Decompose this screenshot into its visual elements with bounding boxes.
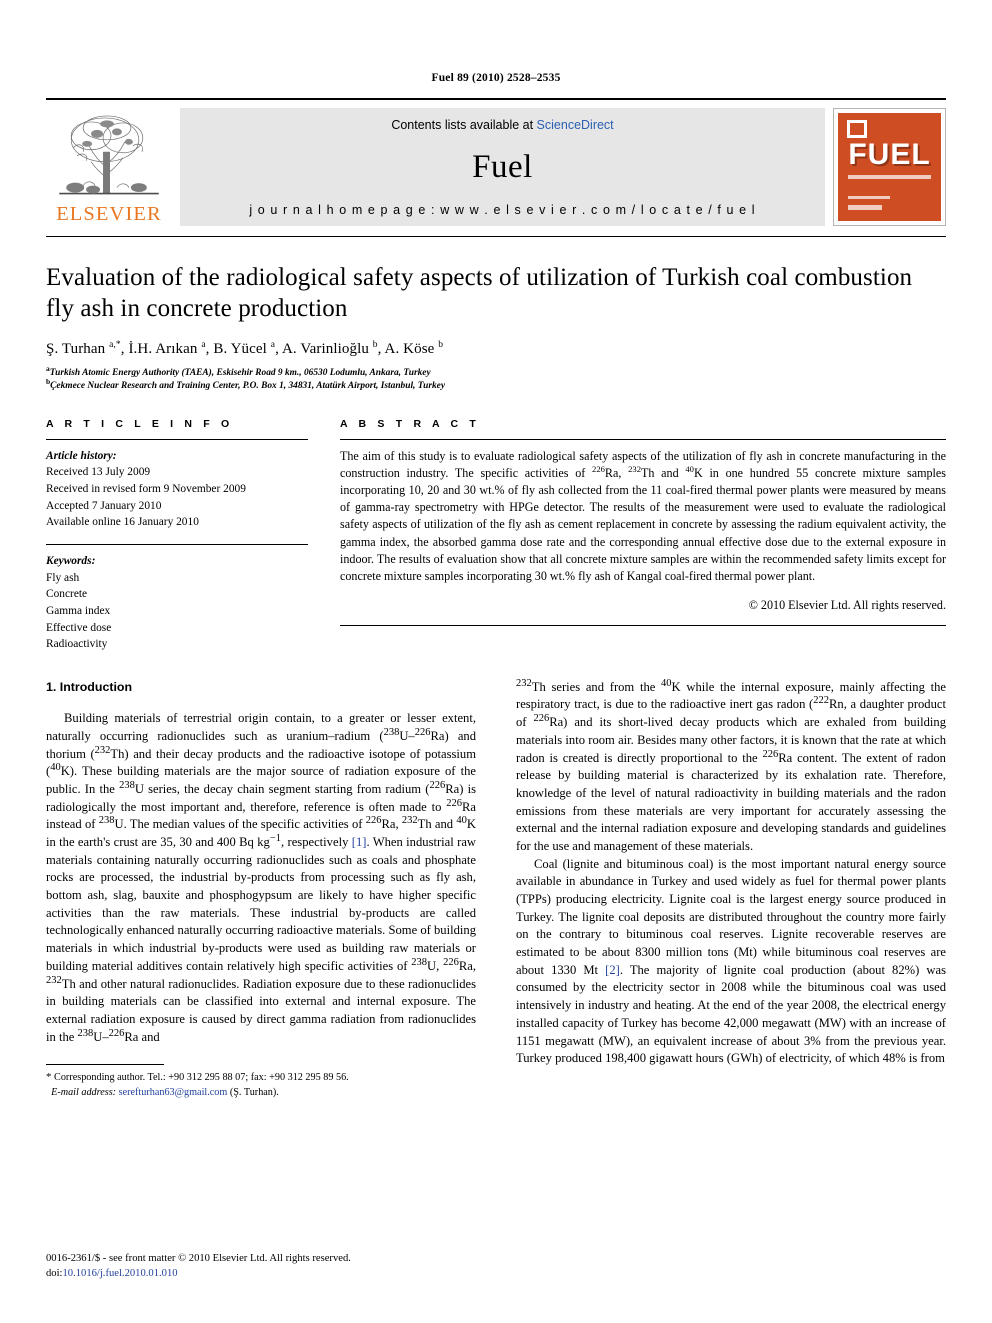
article-info-heading: A R T I C L E I N F O <box>46 417 234 430</box>
affiliation-b-text: Çekmece Nuclear Research and Training Ce… <box>50 381 445 392</box>
page-title: Evaluation of the radiological safety as… <box>46 264 913 322</box>
email-link[interactable]: serefturhan63@gmail.com <box>119 1087 228 1098</box>
article-info-column: A R T I C L E I N F O Article history: R… <box>46 418 308 653</box>
contents-prefix-text: Contents lists available at <box>391 118 537 132</box>
corresponding-author-footnote: * Corresponding author. Tel.: +90 312 29… <box>46 1064 476 1100</box>
author-list: Ş. Turhan a,*, İ.H. Arıkan a, B. Yücel a… <box>46 339 444 357</box>
cover-footer-bar-1 <box>848 196 890 199</box>
keyword-item: Concrete <box>46 588 88 601</box>
abstract-heading: A B S T R A C T <box>340 417 480 430</box>
cover-footer-bar-2 <box>848 205 882 210</box>
keywords-rule <box>46 543 308 545</box>
article-history-label: Article history: <box>46 449 117 462</box>
footnote-contact-text: Corresponding author. Tel.: +90 312 295 … <box>54 1072 349 1084</box>
history-item: Accepted 7 January 2010 <box>46 499 162 512</box>
keywords-block: Keywords: Fly ash Concrete Gamma index E… <box>46 553 308 653</box>
abstract-column: A B S T R A C T The aim of this study is… <box>308 418 946 653</box>
abstract-rule-bottom <box>340 625 946 627</box>
cover-title-text: FUEL <box>848 138 931 171</box>
journal-homepage-link[interactable]: j o u r n a l h o m e p a g e : w w w . … <box>249 203 755 217</box>
doi-link[interactable]: 10.1016/j.fuel.2010.01.010 <box>62 1268 177 1279</box>
doi-line: doi:10.1016/j.fuel.2010.01.010 <box>46 1266 351 1281</box>
journal-title: Fuel <box>472 149 533 185</box>
elsevier-tree-icon <box>59 115 159 195</box>
journal-masthead: ELSEVIER Contents lists available at Sci… <box>46 98 946 226</box>
intro-paragraph-right-2: Coal (lignite and bituminous coal) is th… <box>516 856 946 1066</box>
doi-label: doi: <box>46 1267 63 1279</box>
footnote-email-line: E-mail address: serefturhan63@gmail.com … <box>46 1086 476 1100</box>
keywords-label: Keywords: <box>46 554 96 567</box>
body-columns: 1. Introduction Building materials of te… <box>46 677 946 1101</box>
abstract-body: The aim of this study is to evaluate rad… <box>340 448 946 583</box>
affiliation-a-text: Turkish Atomic Energy Authority (TAEA), … <box>49 367 431 378</box>
keyword-item: Fly ash <box>46 571 80 584</box>
footnote-contact-line: * Corresponding author. Tel.: +90 312 29… <box>46 1070 476 1086</box>
footnote-marker: * <box>46 1071 52 1084</box>
history-item: Received in revised form 9 November 2009 <box>46 483 246 496</box>
sciencedirect-link[interactable]: ScienceDirect <box>537 118 614 132</box>
footnote-rule <box>46 1064 164 1066</box>
info-abstract-row: A R T I C L E I N F O Article history: R… <box>46 418 946 653</box>
keyword-item: Effective dose <box>46 621 112 634</box>
affiliation-a: aTurkish Atomic Energy Authority (TAEA),… <box>46 364 946 381</box>
journal-cover-thumbnail[interactable]: FUEL <box>833 108 946 226</box>
history-item: Received 13 July 2009 <box>46 466 151 479</box>
keyword-item: Radioactivity <box>46 638 108 651</box>
body-column-left: 1. Introduction Building materials of te… <box>46 679 476 1101</box>
article-page: Fuel 89 (2010) 2528–2535 ELSEVIER Conten… <box>0 0 992 1323</box>
history-item: Available online 16 January 2010 <box>46 516 199 529</box>
contents-available-line: Contents lists available at ScienceDirec… <box>391 118 613 132</box>
body-column-right: 232Th series and from the 40K while the … <box>516 677 946 1101</box>
cover-elsevier-mark-icon <box>847 120 867 138</box>
cover-artwork: FUEL <box>838 113 941 221</box>
section-heading-introduction: 1. Introduction <box>46 679 133 694</box>
email-address-label: E-mail address: <box>51 1086 117 1098</box>
masthead-divider <box>46 236 946 237</box>
elsevier-wordmark: ELSEVIER <box>56 202 162 225</box>
intro-paragraph-right-1: 232Th series and from the 40K while the … <box>516 677 946 853</box>
email-owner-text: (Ş. Turhan). <box>229 1086 279 1098</box>
abstract-copyright: © 2010 Elsevier Ltd. All rights reserved… <box>748 598 946 613</box>
page-footer: 0016-2361/$ - see front matter © 2010 El… <box>46 1251 351 1281</box>
keyword-item: Gamma index <box>46 604 111 617</box>
running-head: Fuel 89 (2010) 2528–2535 <box>431 72 561 84</box>
issn-copyright-line: 0016-2361/$ - see front matter © 2010 El… <box>46 1252 351 1264</box>
affiliation-list: aTurkish Atomic Energy Authority (TAEA),… <box>46 364 946 394</box>
article-history-block: Article history: Received 13 July 2009 R… <box>46 448 308 531</box>
intro-paragraph-left: Building materials of terrestrial origin… <box>46 711 477 1044</box>
abstract-rule-top <box>340 438 946 440</box>
journal-banner: Contents lists available at ScienceDirec… <box>180 108 825 226</box>
article-info-rule-top <box>46 438 308 440</box>
elsevier-logo: ELSEVIER <box>46 108 172 226</box>
cover-subtitle-bar <box>848 175 931 179</box>
affiliation-b: bÇekmece Nuclear Research and Training C… <box>46 378 946 394</box>
